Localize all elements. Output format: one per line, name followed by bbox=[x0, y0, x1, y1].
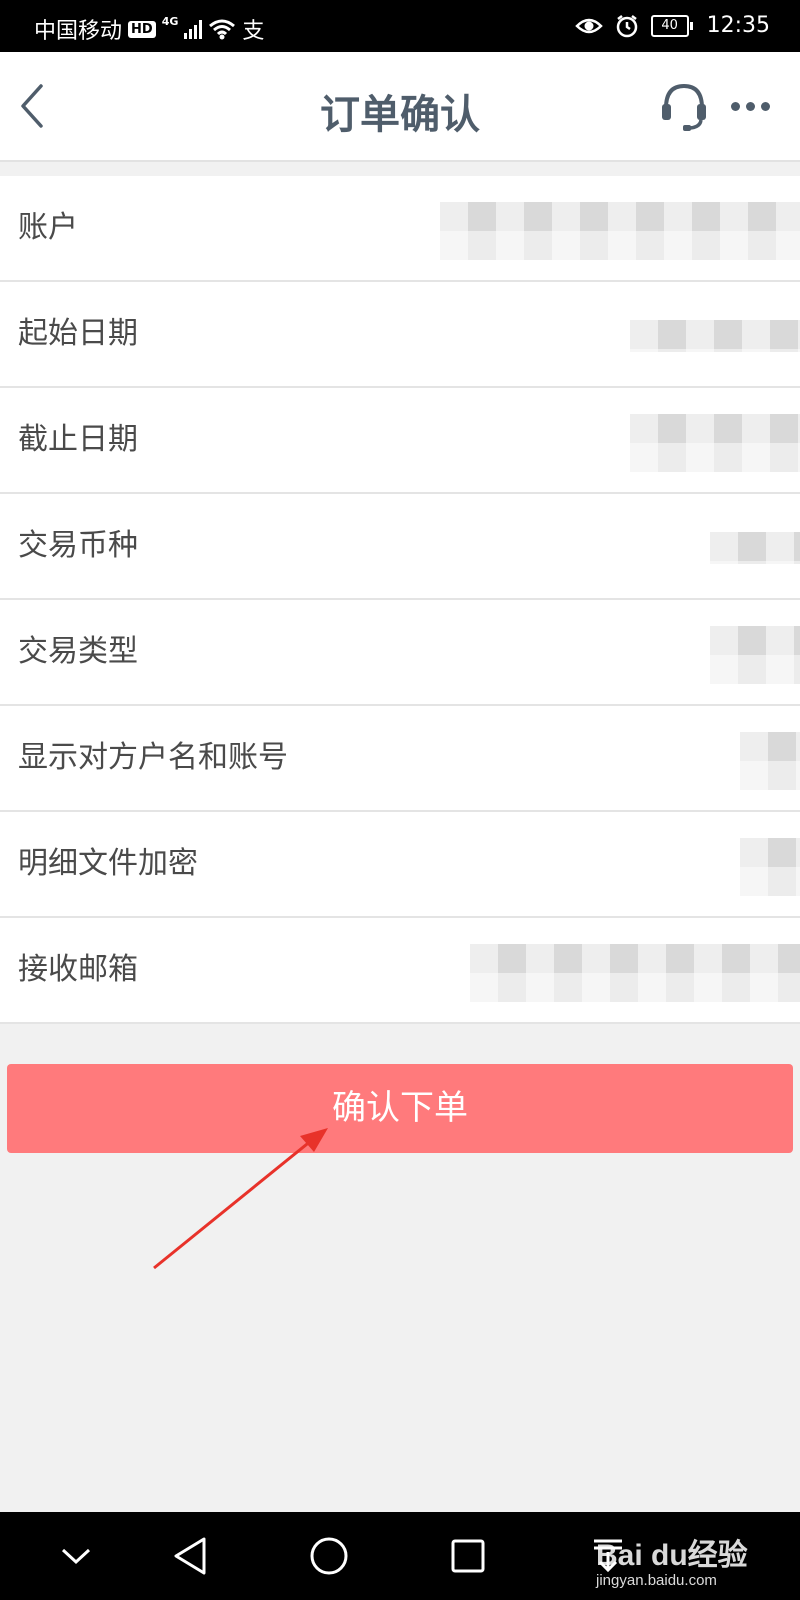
row-label: 接收邮箱 bbox=[18, 952, 138, 987]
list-item-transaction-type: 交易类型 bbox=[0, 600, 800, 706]
nav-back-button[interactable] bbox=[160, 1530, 220, 1582]
nav-home-button[interactable] bbox=[299, 1530, 359, 1582]
row-value-redacted bbox=[630, 320, 800, 352]
confirm-order-button[interactable]: 确认下单 bbox=[7, 1064, 793, 1153]
status-bar: 中国移动 HD 4G 支 40 12:35 bbox=[0, 0, 800, 52]
row-label: 显示对方户名和账号 bbox=[18, 740, 288, 775]
hd-badge: HD bbox=[128, 20, 156, 38]
wifi-icon bbox=[209, 19, 236, 40]
row-value-redacted bbox=[470, 944, 800, 1002]
row-value-redacted bbox=[440, 202, 800, 260]
triangle-back-icon bbox=[174, 1537, 206, 1575]
eye-icon bbox=[574, 18, 603, 33]
row-label: 账户 bbox=[18, 210, 78, 245]
more-horizontal-icon bbox=[730, 101, 740, 111]
network-type: 4G bbox=[161, 14, 179, 28]
list-item-file-encryption: 明细文件加密 bbox=[0, 812, 800, 918]
row-label: 交易类型 bbox=[18, 634, 138, 669]
list-item-currency: 交易币种 bbox=[0, 494, 800, 600]
watermark-sub: jingyan.baidu.com bbox=[596, 1572, 717, 1589]
customer-service-button[interactable] bbox=[656, 82, 712, 132]
row-value-redacted bbox=[740, 732, 800, 790]
more-dot bbox=[745, 101, 755, 111]
nav-hide-button[interactable] bbox=[46, 1530, 106, 1582]
list-item-end-date: 截止日期 bbox=[0, 388, 800, 494]
row-label: 交易币种 bbox=[18, 528, 138, 563]
nav-recents-button[interactable] bbox=[438, 1530, 498, 1582]
list-item-email: 接收邮箱 bbox=[0, 918, 800, 1024]
baidu-jingyan-watermark: Bai du经验 jingyan.baidu.com bbox=[596, 1530, 748, 1589]
row-label: 起始日期 bbox=[18, 316, 138, 351]
list-item-account: 账户 bbox=[0, 176, 800, 282]
battery-icon: 40 bbox=[650, 14, 693, 37]
status-right: 40 12:35 bbox=[574, 13, 770, 38]
order-detail-list: 账户 起始日期 截止日期 交易币种 交易类型 显示对方户名和账号 明细文件加密 … bbox=[0, 176, 800, 1024]
square-recents-icon bbox=[451, 1539, 485, 1573]
clock-time: 12:35 bbox=[706, 13, 770, 38]
chevron-down-icon bbox=[61, 1548, 91, 1565]
row-label: 明细文件加密 bbox=[18, 846, 198, 881]
list-item-show-counterparty: 显示对方户名和账号 bbox=[0, 706, 800, 812]
signal-icon bbox=[184, 19, 203, 39]
row-value-redacted bbox=[630, 414, 800, 472]
list-item-start-date: 起始日期 bbox=[0, 282, 800, 388]
status-left: 中国移动 HD 4G 支 bbox=[34, 13, 264, 45]
app-header: 订单确认 bbox=[0, 52, 800, 162]
watermark-main: Bai du经验 bbox=[596, 1539, 748, 1572]
alipay-icon: 支 bbox=[242, 19, 265, 44]
headset-icon bbox=[662, 83, 706, 131]
row-value-redacted bbox=[740, 838, 800, 896]
row-value-redacted bbox=[710, 532, 800, 564]
row-label: 截止日期 bbox=[18, 422, 138, 457]
more-button[interactable] bbox=[720, 86, 780, 126]
more-dot bbox=[760, 101, 770, 111]
carrier-name: 中国移动 bbox=[34, 19, 123, 44]
alarm-icon bbox=[616, 14, 637, 37]
circle-home-icon bbox=[310, 1537, 348, 1575]
row-value-redacted bbox=[710, 626, 800, 684]
